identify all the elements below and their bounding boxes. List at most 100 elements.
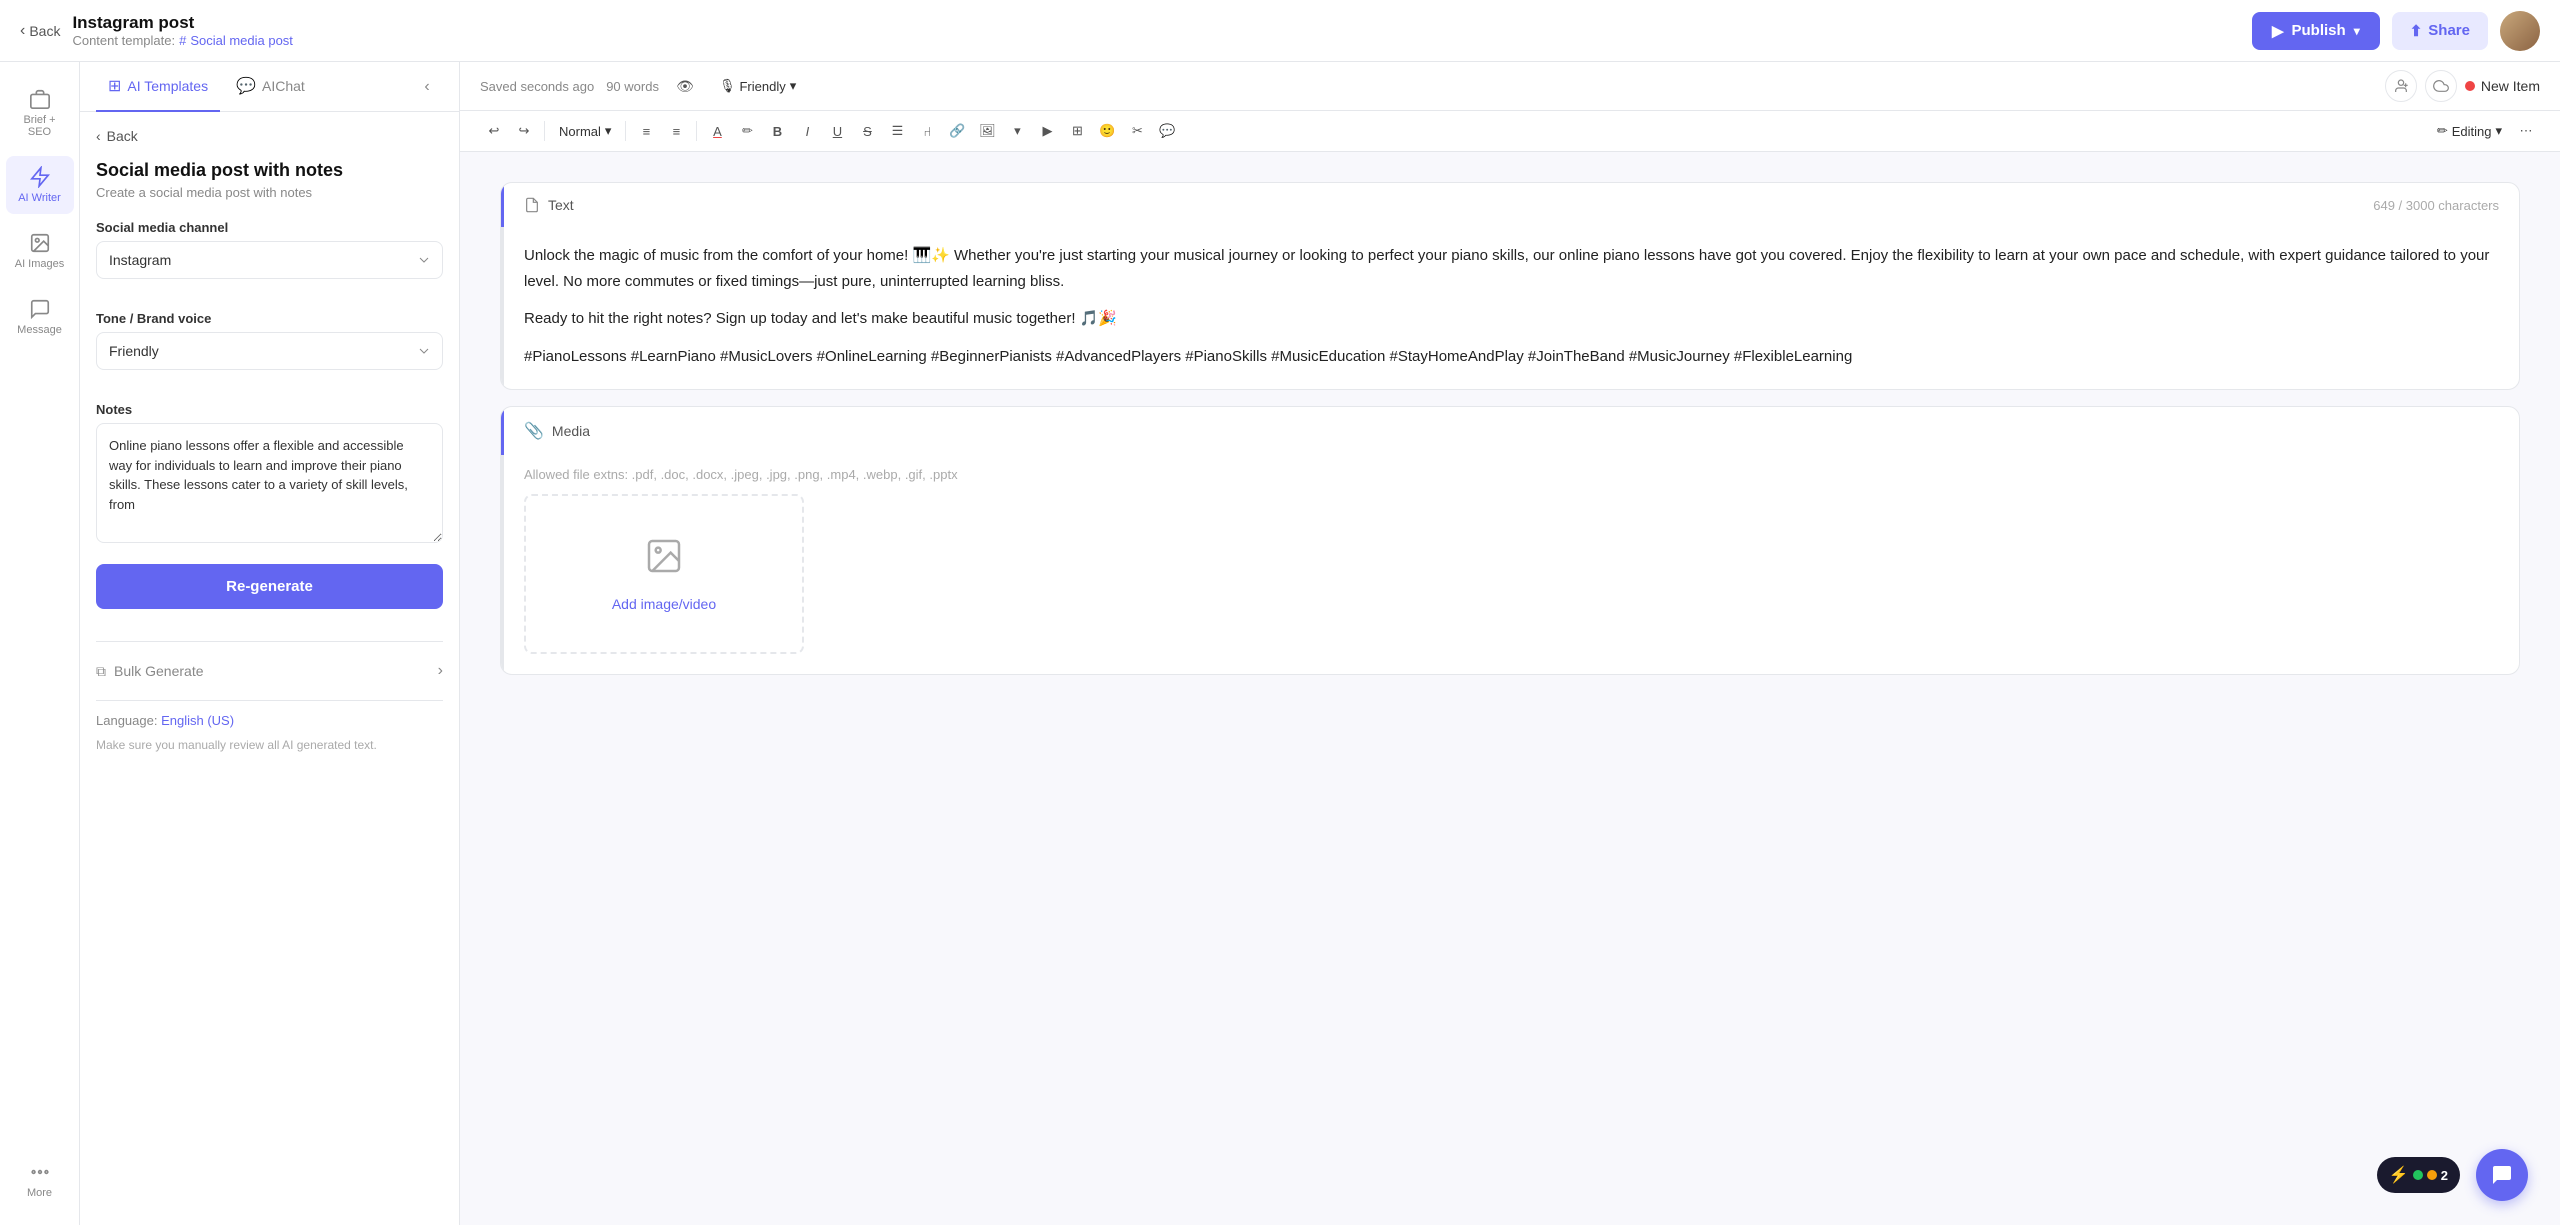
language-link[interactable]: English (US) (161, 713, 234, 728)
divider-fmt-3 (696, 121, 697, 141)
more-options-button[interactable]: ⋯ (2512, 117, 2540, 145)
divider-fmt-2 (625, 121, 626, 141)
cloud-save-button[interactable] (2425, 70, 2457, 102)
cut-button[interactable]: ✂ (1123, 117, 1151, 145)
social-channel-select[interactable]: Instagram Facebook Twitter LinkedIn (96, 241, 443, 279)
link-button[interactable]: 🔗 (943, 117, 971, 145)
tone-select[interactable]: Friendly Professional Casual Formal (96, 332, 443, 370)
word-count: 90 words (606, 79, 659, 94)
image-chevron-button[interactable]: ▾ (1003, 117, 1031, 145)
comment-button[interactable]: 💬 (1153, 117, 1181, 145)
avatar[interactable] (2500, 11, 2540, 51)
emoji-button[interactable]: 🙂 (1093, 117, 1121, 145)
align-left-button[interactable]: ≡ (632, 117, 660, 145)
image-insert-button[interactable]: 🖼 (973, 117, 1001, 145)
tone-label: Tone / Brand voice (96, 311, 443, 326)
upload-icon (644, 536, 684, 584)
text-paragraph-1: Unlock the magic of music from the comfo… (524, 243, 2499, 294)
upload-zone[interactable]: Add image/video (524, 494, 804, 654)
content-template-label: Content template: (72, 33, 175, 48)
disclaimer-text: Make sure you manually review all AI gen… (96, 736, 443, 754)
bulk-generate-left: ⧉ Bulk Generate (96, 663, 204, 680)
strikethrough-button[interactable]: S (853, 117, 881, 145)
back-label: Back (29, 23, 60, 39)
collapse-panel-button[interactable]: ‹ (411, 71, 443, 103)
table-button[interactable]: ⊞ (1063, 117, 1091, 145)
text-block-header: Text 649 / 3000 characters (501, 183, 2519, 227)
undo-button[interactable]: ↩ (480, 117, 508, 145)
visibility-toggle[interactable]: 👁 (671, 72, 699, 100)
sidebar-item-more[interactable]: More (6, 1151, 74, 1209)
tone-display[interactable]: 🎙 Friendly ▾ (711, 74, 804, 98)
header-info: Instagram post Content template: # Socia… (72, 13, 292, 48)
add-user-button[interactable] (2385, 70, 2417, 102)
more-icon (29, 1161, 51, 1183)
regenerate-button[interactable]: Re-generate (96, 564, 443, 609)
tab-ai-templates[interactable]: ⊞ AI Templates (96, 62, 220, 112)
bulk-generate-row[interactable]: ⧉ Bulk Generate › (96, 654, 443, 688)
tab-ai-chat[interactable]: 💬 AIChat (224, 62, 317, 112)
sidebar-item-ai-images[interactable]: AI Images (6, 222, 74, 280)
paperclip-icon: 📎 (524, 421, 544, 441)
editing-chevron-icon: ▾ (2495, 123, 2502, 139)
template-link[interactable]: Social media post (190, 33, 293, 48)
right-panel: Saved seconds ago 90 words 👁 🎙 Friendly … (460, 62, 2560, 1225)
sidebar-label-ai-writer: AI Writer (18, 192, 61, 204)
align-center-button[interactable]: ≡ (662, 117, 690, 145)
redo-button[interactable]: ↪ (510, 117, 538, 145)
publish-label: Publish (2292, 22, 2346, 39)
back-arrow-icon: ‹ (20, 22, 25, 40)
numbered-list-button[interactable]: ⑁ (913, 117, 941, 145)
play-button[interactable]: ▶ (1033, 117, 1061, 145)
sidebar-label-ai-images: AI Images (15, 258, 65, 270)
back-button[interactable]: ‹ Back (20, 22, 60, 40)
lightning-icon (29, 166, 51, 188)
share-label: Share (2428, 22, 2470, 39)
image-icon (29, 232, 51, 254)
sidebar-item-ai-writer[interactable]: AI Writer (6, 156, 74, 214)
share-icon: ⬆ (2410, 22, 2423, 40)
editing-mode-select[interactable]: ✏ Editing ▾ (2429, 119, 2510, 143)
notes-group: Notes Online piano lessons offer a flexi… (96, 402, 443, 548)
panel-subtitle: Create a social media post with notes (96, 185, 443, 200)
editing-label: Editing (2452, 124, 2492, 139)
notes-label: Notes (96, 402, 443, 417)
grid-icon: ⊞ (108, 76, 121, 96)
toolbar-meta: Saved seconds ago 90 words 👁 🎙 Friendly … (480, 72, 804, 100)
media-block-header: 📎 Media (501, 407, 2519, 455)
sidebar-item-message[interactable]: Message (6, 288, 74, 346)
new-item-area: New Item (2465, 78, 2540, 94)
text-style-select[interactable]: Normal ▾ (551, 119, 619, 143)
left-panel: ⊞ AI Templates 💬 AIChat ‹ ‹ Back Social … (80, 62, 460, 1225)
divider-2 (96, 700, 443, 701)
social-channel-label: Social media channel (96, 220, 443, 235)
sidebar-label-message: Message (17, 324, 62, 336)
notes-textarea[interactable]: Online piano lessons offer a flexible an… (96, 423, 443, 543)
briefcase-icon (29, 88, 51, 110)
bold-button[interactable]: B (763, 117, 791, 145)
sidebar-label-brief-seo: Brief + SEO (14, 114, 66, 138)
text-block-content[interactable]: Unlock the magic of music from the comfo… (524, 243, 2499, 369)
publish-button[interactable]: ▶ Publish ▾ (2252, 12, 2380, 50)
font-color-button[interactable]: A (703, 117, 731, 145)
floating-widget[interactable]: ⚡ 2 (2377, 1157, 2460, 1193)
char-count: 649 / 3000 characters (2373, 198, 2499, 213)
sidebar-item-brief-seo[interactable]: Brief + SEO (6, 78, 74, 148)
text-paragraph-2: Ready to hit the right notes? Sign up to… (524, 306, 2499, 332)
chat-icon: 💬 (236, 76, 256, 96)
tab-bar: ⊞ AI Templates 💬 AIChat ‹ (80, 62, 459, 112)
add-user-icon (2393, 78, 2409, 94)
panel-back-button[interactable]: ‹ Back (96, 128, 443, 144)
divider-1 (96, 641, 443, 642)
underline-button[interactable]: U (823, 117, 851, 145)
highlight-button[interactable]: ✏ (733, 117, 761, 145)
new-item-label: New Item (2481, 78, 2540, 94)
share-button[interactable]: ⬆ Share (2392, 12, 2488, 50)
italic-button[interactable]: I (793, 117, 821, 145)
page-title: Instagram post (72, 13, 292, 33)
bullet-list-button[interactable]: ☰ (883, 117, 911, 145)
toolbar-right: New Item (2385, 70, 2540, 102)
chat-support-button[interactable] (2476, 1149, 2528, 1201)
allowed-files-text: Allowed file extns: .pdf, .doc, .docx, .… (524, 467, 2499, 482)
new-item-dot (2465, 81, 2475, 91)
